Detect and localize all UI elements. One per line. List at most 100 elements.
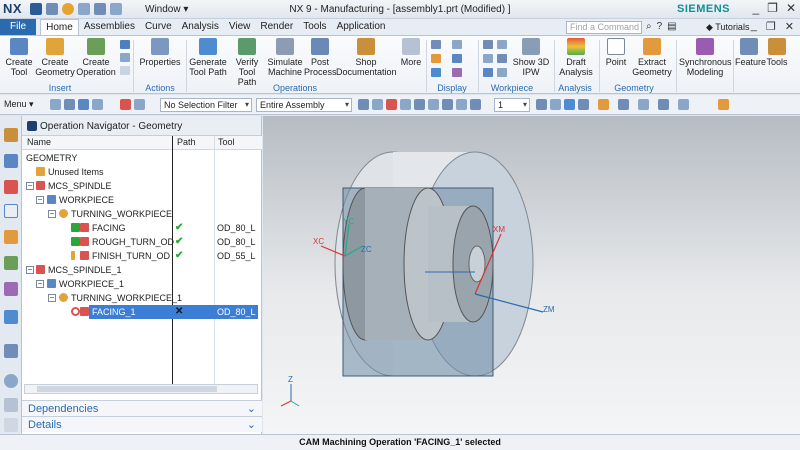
toolbar-icon-6[interactable] <box>428 99 439 110</box>
counter-select[interactable]: 1 <box>494 98 530 112</box>
collapse-icon[interactable]: − <box>48 210 56 218</box>
tree-row-facing-1[interactable]: FACING_1 ✕ OD_80_L <box>22 305 258 319</box>
column-path[interactable]: Path <box>177 137 196 147</box>
tab-analysis[interactable]: Analysis <box>177 19 224 35</box>
create-tool-button[interactable]: Create Tool <box>4 38 34 77</box>
toolbar-icon-11[interactable] <box>550 99 561 110</box>
tree-row-mcs-spindle[interactable]: − MCS_SPINDLE <box>22 179 258 193</box>
post-process-button[interactable]: Post Process <box>304 38 337 77</box>
scroll-thumb[interactable] <box>37 386 217 392</box>
toolbar-icon-14[interactable] <box>598 99 609 110</box>
tree-row-workpiece[interactable]: − WORKPIECE <box>22 193 258 207</box>
toolbar-icon-10[interactable] <box>536 99 547 110</box>
tab-home[interactable]: Home <box>40 19 79 35</box>
tree-row-rough-turn-od[interactable]: ROUGH_TURN_OD ✔ OD_80_L <box>22 235 258 249</box>
assembly-navigator-icon[interactable] <box>4 128 18 142</box>
tab-curve[interactable]: Curve <box>140 19 177 35</box>
toolbar-icon-1[interactable] <box>358 99 369 110</box>
toolbar-icon-12[interactable] <box>564 99 575 110</box>
toolbar-icon-7[interactable] <box>442 99 453 110</box>
toolbar-icon-9[interactable] <box>470 99 481 110</box>
maximize-button[interactable]: ❐ <box>767 1 778 15</box>
toolbar-icon-8[interactable] <box>456 99 467 110</box>
select-icon[interactable] <box>50 99 61 110</box>
filter-icon[interactable] <box>92 99 103 110</box>
insert-mini-icon[interactable] <box>120 40 130 49</box>
show-3d-ipw-button[interactable]: Show 3D IPW <box>512 38 550 77</box>
insert-mini-icon-3[interactable] <box>120 66 130 75</box>
toolbar-icon-18[interactable] <box>678 99 689 110</box>
simulate-machine-button[interactable]: Simulate Machine <box>267 38 303 77</box>
scope-select[interactable]: Entire Assembly <box>256 98 352 112</box>
display-icon-5[interactable] <box>452 54 462 63</box>
search-icon[interactable]: ⌕ <box>646 21 652 32</box>
workpiece-icon-6[interactable] <box>497 68 507 77</box>
tree-row-geometry[interactable]: GEOMETRY <box>22 151 258 165</box>
feature-button[interactable]: Feature <box>735 38 766 67</box>
selection-filter-select[interactable]: No Selection Filter <box>160 98 252 112</box>
tutorials-menu[interactable]: ◆ Tutorials <box>706 22 749 33</box>
shop-documentation-button[interactable]: Shop Documentation <box>336 38 397 77</box>
toolbar-icon-2[interactable] <box>372 99 383 110</box>
tab-render[interactable]: Render <box>255 19 298 35</box>
web-browser-icon[interactable] <box>4 310 18 324</box>
tree-row-turning-workpiece[interactable]: − TURNING_WORKPIECE <box>22 207 258 221</box>
display-icon-6[interactable] <box>452 68 462 77</box>
collapse-icon[interactable]: − <box>48 294 56 302</box>
tab-file[interactable]: File <box>0 19 37 35</box>
tab-application[interactable]: Application <box>332 19 391 35</box>
toolbar-icon-16[interactable] <box>638 99 649 110</box>
insert-mini-icon-2[interactable] <box>120 53 130 62</box>
minimize-button[interactable]: _ <box>752 1 759 15</box>
history-icon[interactable] <box>4 344 18 358</box>
doc-restore-button[interactable]: ❐ <box>766 20 776 33</box>
help-icon[interactable]: ? <box>657 21 663 32</box>
menu-button[interactable]: Menu ▾ <box>4 99 34 110</box>
dependencies-panel[interactable]: Dependencies ⌄ <box>22 400 262 416</box>
select-all-icon[interactable] <box>64 99 75 110</box>
toolbar-icon-5[interactable] <box>414 99 425 110</box>
collapse-icon[interactable]: − <box>36 196 44 204</box>
properties-button[interactable]: Properties <box>138 38 182 67</box>
clock-icon[interactable] <box>4 374 18 388</box>
reuse-library-icon[interactable] <box>4 256 18 270</box>
toolbar-icon-3[interactable] <box>386 99 397 110</box>
display-icon-3[interactable] <box>431 68 441 77</box>
toolbar-icon-13[interactable] <box>578 99 589 110</box>
doc-close-button[interactable]: ✕ <box>785 20 794 33</box>
column-tool[interactable]: Tool <box>218 137 235 147</box>
display-icon-4[interactable] <box>452 40 462 49</box>
horizontal-scrollbar[interactable] <box>24 384 258 394</box>
tree-row-turning-workpiece-1[interactable]: − TURNING_WORKPIECE_1 <box>22 291 258 305</box>
tree-row-workpiece-1[interactable]: − WORKPIECE_1 <box>22 277 258 291</box>
machine-tool-navigator-icon[interactable] <box>4 230 18 244</box>
create-geometry-button[interactable]: Create Geometry <box>35 38 75 77</box>
point-button[interactable]: Point <box>602 38 630 67</box>
workpiece-icon-2[interactable] <box>483 54 493 63</box>
close-button[interactable]: ✕ <box>786 1 796 15</box>
toolbar-icon-15[interactable] <box>618 99 629 110</box>
synchronous-modeling-button[interactable]: Synchronous Modeling <box>679 38 732 77</box>
tree-row-finish-turn-od[interactable]: FINISH_TURN_OD ✔ OD_55_L <box>22 249 258 263</box>
more-button[interactable]: More <box>399 38 423 67</box>
toolbar-icon-19[interactable] <box>718 99 729 110</box>
snap-options-icon[interactable] <box>134 99 145 110</box>
create-operation-button[interactable]: Create Operation <box>76 38 116 77</box>
tools-button[interactable]: Tools <box>765 38 789 67</box>
draft-analysis-button[interactable]: Draft Analysis <box>557 38 595 77</box>
details-panel[interactable]: Details ⌄ <box>22 416 262 432</box>
tree-row-facing[interactable]: FACING ✔ OD_80_L <box>22 221 258 235</box>
constraint-navigator-icon[interactable] <box>4 154 18 168</box>
toolbar-icon-4[interactable] <box>400 99 411 110</box>
toolbar-icon-17[interactable] <box>658 99 669 110</box>
snap-icon[interactable] <box>120 99 131 110</box>
collapse-icon[interactable]: − <box>26 182 34 190</box>
workpiece-icon-4[interactable] <box>497 40 507 49</box>
workpiece-icon-1[interactable] <box>483 40 493 49</box>
tree-row-unused-items[interactable]: Unused Items <box>22 165 258 179</box>
part-navigator-icon[interactable] <box>4 180 18 194</box>
tree-row-mcs-spindle-1[interactable]: − MCS_SPINDLE_1 <box>22 263 258 277</box>
generate-toolpath-button[interactable]: Generate Tool Path <box>189 38 227 77</box>
system-materials-icon[interactable] <box>4 398 18 412</box>
deselect-icon[interactable] <box>78 99 89 110</box>
